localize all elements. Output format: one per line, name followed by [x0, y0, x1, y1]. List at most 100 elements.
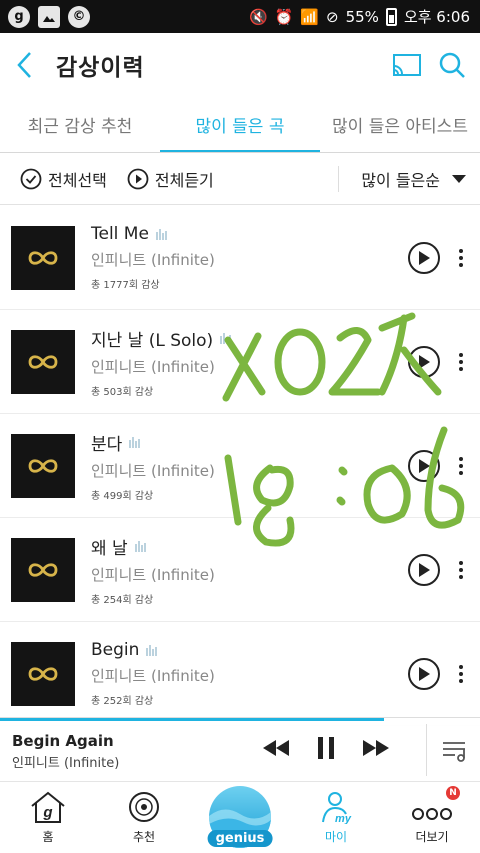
- nav-recommend[interactable]: 추천: [96, 782, 192, 853]
- play-button[interactable]: [408, 345, 440, 378]
- song-artist: 인피니트 (Infinite): [91, 565, 215, 584]
- alarm-icon: ⏰: [274, 7, 294, 26]
- album-art[interactable]: [11, 537, 75, 602]
- song-title: 지난 날 (L Solo): [91, 330, 214, 351]
- play-circle-icon: [127, 168, 149, 189]
- mute-icon: 🔇: [248, 7, 268, 26]
- next-icon[interactable]: [362, 739, 390, 757]
- select-all-button[interactable]: 전체선택: [20, 167, 107, 191]
- cast-icon[interactable]: [392, 53, 422, 77]
- song-meta: 지난 날 (L Solo) 인피니트 (Infinite) 총 503회 감상: [91, 326, 233, 398]
- now-playing-info[interactable]: Begin Again 인피니트 (Infinite): [12, 732, 119, 771]
- page-title: 감상이력: [56, 55, 145, 81]
- playlist-icon: [442, 742, 465, 762]
- sort-dropdown[interactable]: 많이 들은순: [339, 167, 480, 191]
- tab-recent-recommend[interactable]: 최근 감상 추천: [0, 97, 160, 152]
- song-row[interactable]: Begin 인피니트 (Infinite) 총 252회 감상: [0, 622, 480, 726]
- battery-percent: 55%: [345, 7, 379, 26]
- svg-text:g: g: [42, 804, 52, 821]
- select-all-label: 전체선택: [48, 170, 107, 190]
- album-art-logo-icon: [28, 666, 58, 681]
- my-profile-icon: my: [322, 792, 352, 824]
- check-circle-icon: [20, 168, 42, 189]
- genie-notification-icon: g: [8, 5, 30, 28]
- now-playing-artist: 인피니트 (Infinite): [12, 756, 120, 771]
- album-art[interactable]: [11, 433, 75, 498]
- play-icon: [419, 354, 430, 369]
- more-options-button[interactable]: [454, 456, 468, 475]
- album-art[interactable]: [11, 329, 75, 394]
- nav-my[interactable]: my 마이: [288, 782, 384, 853]
- more-dot-icon: [459, 678, 463, 683]
- status-bar: g © 🔇 ⏰ 📶 ⊘ 55% 오후 6:06: [0, 0, 480, 33]
- play-button[interactable]: [408, 553, 440, 586]
- audio-quality-icon: [129, 437, 141, 448]
- more-dot-icon: [459, 470, 463, 475]
- more-dot-icon: [459, 359, 463, 364]
- song-row[interactable]: 분다 인피니트 (Infinite) 총 499회 감상: [0, 414, 480, 518]
- more-dot-icon: [459, 463, 463, 468]
- album-art-logo-icon: [28, 562, 58, 577]
- song-title: Begin: [91, 640, 140, 660]
- song-artist: 인피니트 (Infinite): [91, 357, 215, 376]
- album-art-logo-icon: [28, 354, 58, 369]
- playlist-button[interactable]: [426, 724, 480, 776]
- wifi-icon: 📶: [300, 7, 320, 26]
- tab-most-played-artists[interactable]: 많이 들은 아티스트: [320, 97, 480, 152]
- more-options-button[interactable]: [454, 664, 468, 683]
- album-art[interactable]: [11, 641, 75, 706]
- play-button[interactable]: [408, 657, 440, 690]
- mini-player[interactable]: Begin Again 인피니트 (Infinite): [0, 717, 480, 781]
- sort-label: 많이 들은순: [361, 170, 440, 190]
- song-artist: 인피니트 (Infinite): [91, 251, 215, 269]
- song-list: Tell Me 인피니트 (Infinite) 총 1777회 감상지난 날 (L …: [0, 206, 480, 726]
- song-artist: 인피니트 (Infinite): [91, 461, 215, 480]
- song-title: 분다: [91, 434, 123, 455]
- song-artist: 인피니트 (Infinite): [91, 667, 215, 685]
- more-options-button[interactable]: [454, 352, 468, 371]
- play-count: 총 254회 감상: [91, 594, 154, 606]
- svg-text:my: my: [335, 813, 352, 824]
- song-row[interactable]: 지난 날 (L Solo) 인피니트 (Infinite) 총 503회 감상: [0, 310, 480, 414]
- nav-home-label: 홈: [42, 830, 54, 844]
- more-dot-icon: [459, 352, 463, 357]
- pause-icon[interactable]: [316, 736, 336, 760]
- album-art[interactable]: [11, 225, 75, 290]
- song-meta: Begin 인피니트 (Infinite) 총 252회 감상: [91, 640, 215, 707]
- nav-home[interactable]: g 홈: [0, 782, 96, 853]
- play-icon: [419, 250, 430, 265]
- tab-most-played-songs[interactable]: 많이 들은 곡: [160, 97, 320, 152]
- battery-icon: [385, 7, 397, 26]
- no-sim-icon: ⊘: [326, 7, 339, 26]
- disc-icon: [129, 792, 159, 822]
- back-button[interactable]: [0, 33, 48, 97]
- more-dot-icon: [459, 262, 463, 267]
- clock: 오후 6:06: [403, 8, 470, 26]
- now-playing-title: Begin Again: [12, 732, 114, 750]
- album-art-logo-icon: [28, 458, 58, 473]
- more-dot-icon: [459, 560, 463, 565]
- more-options-button[interactable]: [454, 248, 468, 267]
- nav-my-label: 마이: [324, 830, 348, 844]
- nav-recommend-label: 추천: [132, 830, 156, 844]
- home-icon: g: [31, 791, 65, 823]
- play-button[interactable]: [408, 449, 440, 482]
- audio-quality-icon: [220, 333, 231, 344]
- nav-genius[interactable]: genius: [192, 782, 288, 853]
- play-icon: [419, 562, 430, 577]
- more-dot-icon: [459, 567, 463, 572]
- play-button[interactable]: [408, 241, 440, 274]
- play-all-button[interactable]: 전체듣기: [127, 167, 214, 191]
- app-root: g © 🔇 ⏰ 📶 ⊘ 55% 오후 6:06 감상이력 최근 감상 추천 많이…: [0, 0, 480, 853]
- song-title: 왜 날: [91, 538, 128, 559]
- play-icon: [419, 458, 430, 473]
- tab-bar: 최근 감상 추천 많이 들은 곡 많이 들은 아티스트: [0, 97, 480, 153]
- nav-more[interactable]: N 더보기: [384, 782, 480, 853]
- song-row[interactable]: 왜 날인피니트 (Infinite) 총 254회 감상: [0, 518, 480, 622]
- more-options-button[interactable]: [454, 560, 468, 579]
- list-toolbar: 전체선택 전체듣기 많이 들은순: [0, 153, 480, 205]
- more-dot-icon: [459, 255, 463, 260]
- search-icon[interactable]: [438, 51, 466, 79]
- previous-icon[interactable]: [262, 739, 290, 757]
- song-row[interactable]: Tell Me 인피니트 (Infinite) 총 1777회 감상: [0, 206, 480, 310]
